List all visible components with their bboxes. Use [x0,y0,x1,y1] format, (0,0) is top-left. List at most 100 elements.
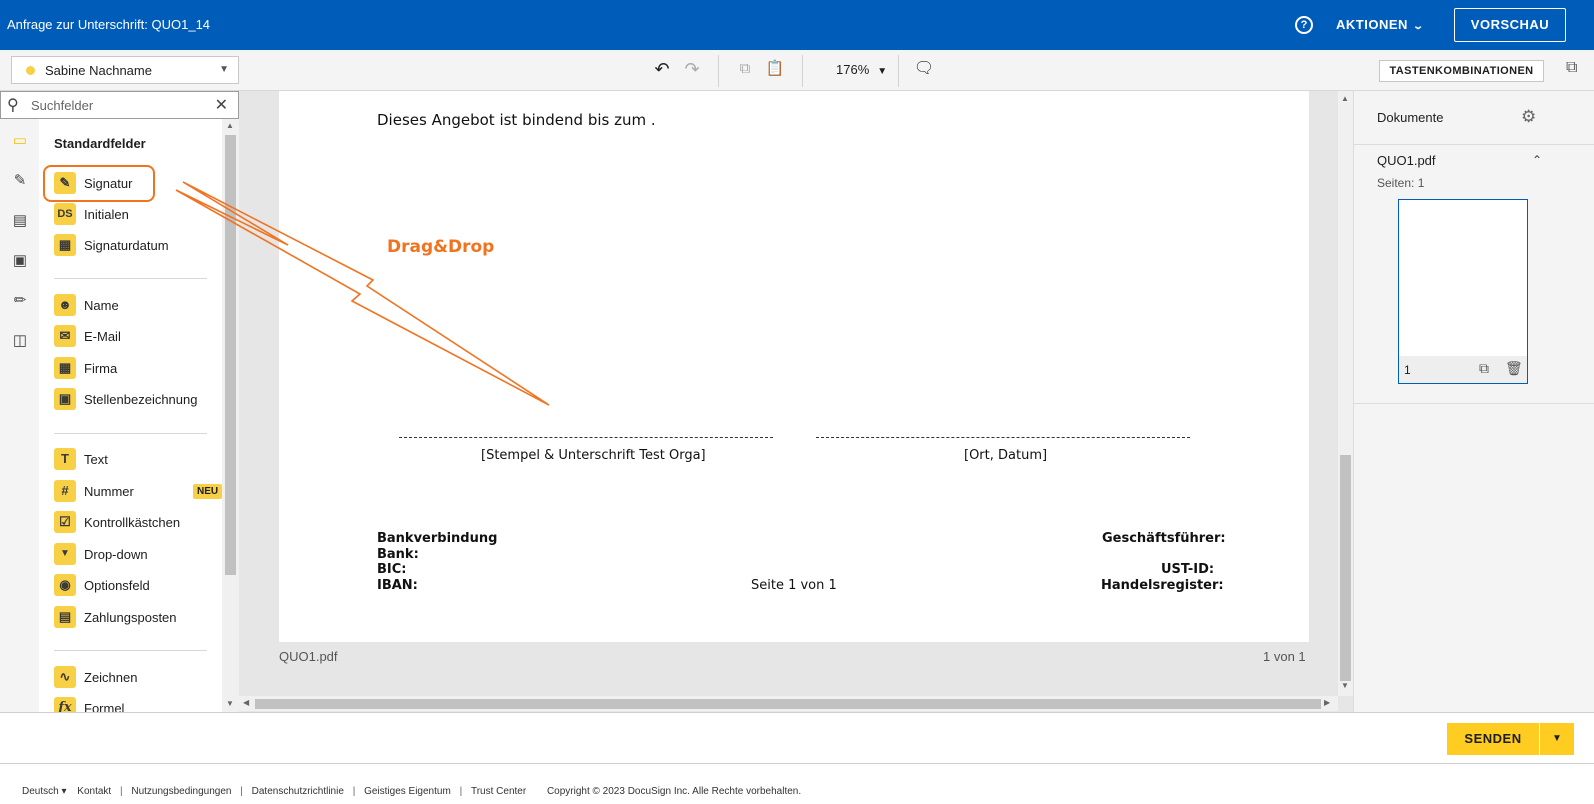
pages-count: Seiten: 1 [1377,176,1425,190]
scrollbar-thumb[interactable] [225,135,236,575]
page-thumbnail[interactable]: 1 ⧉ 🗑 [1398,199,1528,384]
footer-separator: | [352,786,356,797]
field-name[interactable]: ☻ Name [54,294,222,318]
group-divider [54,278,207,279]
standard-fields-heading: Standardfelder [54,136,146,151]
undo-icon[interactable]: ↶ [651,58,673,80]
initials-icon: DS [54,203,76,225]
search-icon: ⚲ [7,97,19,114]
caret-down-icon: ▼ [219,64,229,75]
footer-link-contact[interactable]: Kontakt [77,786,111,797]
send-options-button[interactable]: ▼ [1540,723,1574,755]
signature-pad-icon[interactable]: ✎ [10,171,30,191]
field-radio[interactable]: ◉ Optionsfeld [54,574,222,598]
scroll-down-icon[interactable]: ▼ [226,699,234,708]
send-button[interactable]: SENDEN [1447,723,1539,755]
field-label: Kontrollkästchen [84,515,181,530]
zoom-select[interactable]: 176% ▼ [836,62,887,77]
standard-fields-icon[interactable]: ▭ [10,131,30,151]
envelope-title: Anfrage zur Unterschrift: QUO1_14 [7,17,211,32]
recipient-select[interactable]: Sabine Nachname ▼ [11,56,239,84]
document-page[interactable]: Dieses Angebot ist bindend bis zum . [St… [279,91,1309,642]
footer-link-privacy[interactable]: Datenschutzrichtlinie [252,786,344,797]
scroll-up-icon[interactable]: ▲ [226,121,234,130]
bottom-action-bar: SENDEN ▼ [0,712,1594,764]
copy-icon[interactable]: ⧉ [734,58,756,80]
language-select[interactable]: Deutsch ▾ [22,786,67,797]
document-horizontal-scrollbar[interactable]: ◀ ▶ [239,696,1338,711]
bic-label: BIC: [377,562,407,577]
fields-stack-icon[interactable]: ▤ [10,211,30,231]
field-search: ⚲ ✕ [0,91,239,119]
library-icon[interactable]: ◫ [10,331,30,351]
scrollbar-thumb[interactable] [1340,455,1351,681]
field-number[interactable]: # Nummer NEU [54,480,222,504]
scroll-right-icon[interactable]: ▶ [1324,698,1330,707]
scrollbar-thumb[interactable] [255,699,1321,709]
toolbar-divider [898,55,899,87]
keyboard-shortcuts-button[interactable]: TASTENKOMBINATIONEN [1379,60,1544,82]
pencil-icon[interactable]: ✏ [10,291,30,311]
field-payment[interactable]: ▤ Zahlungsposten [54,606,222,630]
envelope-icon: ✉ [54,325,76,347]
hash-icon: # [54,480,76,502]
document-page-count: 1 von 1 [1263,649,1306,664]
scroll-left-icon[interactable]: ◀ [243,698,249,707]
panel-divider [1354,403,1594,404]
documents-title: Dokumente [1377,110,1444,125]
draw-icon: ∿ [54,666,76,688]
documents-panel: Dokumente ⚙ QUO1.pdf ⌃ Seiten: 1 1 ⧉ 🗑 [1353,91,1594,723]
payment-icon: ▤ [54,606,76,628]
field-text[interactable]: T Text [54,448,222,472]
gear-icon[interactable]: ⚙ [1521,107,1536,127]
footer: Deutsch ▾ Kontakt | Nutzungsbedingungen … [22,786,801,797]
custom-fields-icon[interactable]: ▣ [10,251,30,271]
redo-icon[interactable]: ↷ [681,58,703,80]
preview-button[interactable]: VORSCHAU [1454,8,1566,42]
chevron-up-icon[interactable]: ⌃ [1532,153,1542,167]
trash-icon[interactable]: 🗑 [1505,360,1523,377]
field-company[interactable]: ▦ Firma [54,357,222,381]
bank-label: Bank: [377,547,419,562]
radio-icon: ◉ [54,574,76,596]
drag-drop-annotation: Drag&Drop [387,237,495,257]
search-input[interactable] [31,96,211,114]
documents-panel-icon[interactable]: ⧉ [1566,59,1577,77]
scroll-up-icon[interactable]: ▲ [1341,94,1349,103]
document-file-name: QUO1.pdf [279,649,338,664]
field-label: Text [84,452,108,467]
field-job-title[interactable]: ▣ Stellenbezeichnung [54,388,222,412]
field-dropdown[interactable]: ▼ Drop-down [54,543,222,567]
field-checkbox[interactable]: ☑ Kontrollkästchen [54,511,222,535]
building-icon: ▦ [54,357,76,379]
footer-link-terms[interactable]: Nutzungsbedingungen [131,786,231,797]
help-circle-icon[interactable]: ? [1295,16,1313,34]
top-bar: Anfrage zur Unterschrift: QUO1_14 ? AKTI… [0,0,1594,50]
paste-icon[interactable]: 📋 [764,58,786,80]
iban-label: IBAN: [377,578,418,593]
rotate-icon[interactable]: ⧉ [1479,360,1489,377]
add-comment-icon[interactable]: 🗨 [913,58,935,80]
document-vertical-scrollbar[interactable]: ▲ ▼ [1338,91,1353,696]
date-caption: [Ort, Datum] [964,448,1048,463]
field-label: Stellenbezeichnung [84,392,198,407]
field-label: Zahlungsposten [84,610,177,625]
field-label: Signaturdatum [84,238,169,253]
scroll-down-icon[interactable]: ▼ [1341,681,1349,690]
field-email[interactable]: ✉ E-Mail [54,325,222,349]
field-draw[interactable]: ∿ Zeichnen [54,666,222,690]
footer-link-ip[interactable]: Geistiges Eigentum [364,786,451,797]
close-icon[interactable]: ✕ [215,95,228,115]
field-signature-date[interactable]: ▦ Signaturdatum [54,234,222,258]
chevron-down-icon: ⌄ [1412,21,1425,32]
date-line [816,437,1190,438]
footer-link-trust-center[interactable]: Trust Center [471,786,526,797]
actions-label: AKTIONEN [1336,17,1408,32]
panel-divider [1354,144,1594,145]
field-initials[interactable]: DS Initialen [54,203,222,227]
actions-menu-button[interactable]: AKTIONEN ⌄ [1336,17,1425,32]
send-button-group: SENDEN ▼ [1447,723,1574,755]
toolbar-divider [802,55,803,87]
fields-scrollbar[interactable]: ▲ ▼ [222,119,239,723]
signature-line [399,437,773,438]
